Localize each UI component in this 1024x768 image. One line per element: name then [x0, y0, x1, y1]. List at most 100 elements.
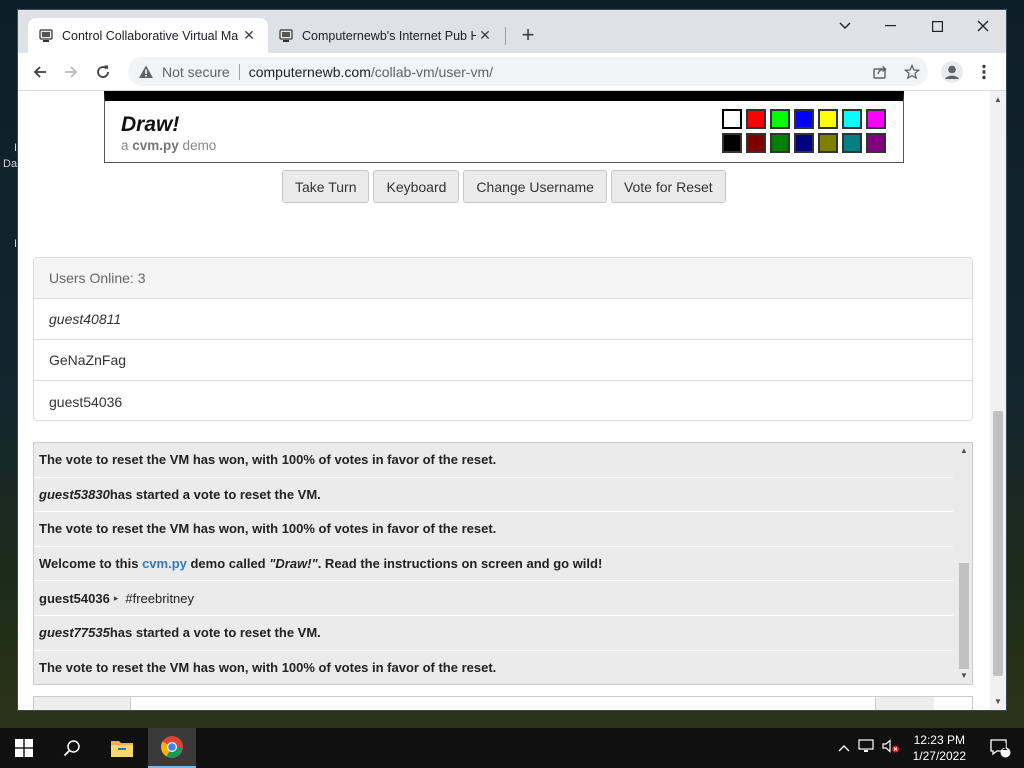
- file-explorer-button[interactable]: [98, 728, 146, 768]
- scroll-up-arrow-icon[interactable]: ▲: [960, 446, 968, 455]
- search-button[interactable]: [48, 728, 96, 768]
- minimize-button[interactable]: [867, 10, 913, 42]
- color-swatch[interactable]: [818, 133, 838, 153]
- collabvm-favicon-icon: [279, 28, 293, 42]
- color-swatch[interactable]: [770, 109, 790, 129]
- chat-username: guest53830: [39, 486, 110, 502]
- chrome-icon: [161, 736, 183, 758]
- tray-chevron-up-icon[interactable]: [838, 741, 850, 755]
- tab-title: Computernewb's Internet Pub H: [302, 28, 476, 43]
- start-button[interactable]: [0, 728, 48, 768]
- tab-title: Control Collaborative Virtual Ma: [62, 28, 239, 43]
- page-scrollbar[interactable]: ▲ ▼: [990, 91, 1006, 710]
- desktop-icon-label[interactable]: Da: [3, 158, 17, 170]
- chat-username: guest77535: [39, 625, 110, 641]
- tab-separator: [505, 27, 506, 45]
- change-username-button[interactable]: Change Username: [463, 170, 607, 203]
- tab-collab-vm[interactable]: Control Collaborative Virtual Ma ✕: [28, 18, 268, 53]
- chat-username-cell: [34, 697, 131, 710]
- tab-close-icon[interactable]: ✕: [240, 27, 258, 44]
- tab-strip: Control Collaborative Virtual Ma ✕ Compu…: [18, 10, 1006, 53]
- page-content: Draw! a cvm.py demo Take Turn Keyboard C…: [18, 91, 990, 710]
- tab-search-chevron-icon[interactable]: [822, 10, 868, 42]
- color-swatch[interactable]: [746, 133, 766, 153]
- cvm-py-link[interactable]: cvm.py: [142, 556, 187, 571]
- chat-message: guest77535 has started a vote to reset t…: [34, 616, 953, 651]
- color-swatch[interactable]: [866, 133, 886, 153]
- color-swatch[interactable]: [842, 133, 862, 153]
- menu-kebab-icon[interactable]: [971, 59, 997, 85]
- security-label[interactable]: Not secure: [162, 64, 230, 80]
- scroll-down-arrow-icon[interactable]: ▼: [994, 697, 1002, 706]
- collabvm-favicon-icon: [39, 28, 53, 42]
- chat-message: guest54036 ▸ #freebritney: [34, 581, 953, 616]
- chat-message: The vote to reset the VM has won, with 1…: [34, 512, 953, 547]
- action-center-button[interactable]: 1: [976, 728, 1024, 768]
- user-list-item[interactable]: guest40811: [34, 299, 972, 340]
- color-swatch[interactable]: [746, 109, 766, 129]
- user-list-item[interactable]: GeNaZnFag: [34, 340, 972, 381]
- browser-toolbar: Not secure computernewb.com/collab-vm/us…: [18, 53, 1006, 91]
- chat-message-list: The vote to reset the VM has won, with 1…: [34, 443, 953, 684]
- windows-taskbar: 12:23 PM 1/27/2022 1: [0, 728, 1024, 768]
- search-icon: [63, 740, 80, 757]
- bookmark-star-icon[interactable]: [899, 59, 925, 85]
- user-list-item[interactable]: guest54036: [34, 381, 972, 420]
- reload-icon[interactable]: [90, 59, 116, 85]
- vm-button-row: Take Turn Keyboard Change Username Vote …: [282, 170, 726, 203]
- color-swatch[interactable]: [866, 109, 886, 129]
- volume-muted-icon[interactable]: [882, 738, 900, 758]
- chrome-taskbar-button[interactable]: [148, 728, 196, 768]
- warning-triangle-icon[interactable]: [138, 64, 154, 80]
- desktop-icon-label[interactable]: I: [14, 238, 17, 250]
- taskbar-clock[interactable]: 12:23 PM 1/27/2022: [913, 732, 966, 764]
- chat-message: The vote to reset the VM has won, with 1…: [34, 651, 953, 684]
- new-tab-button[interactable]: +: [516, 24, 540, 48]
- clock-date: 1/27/2022: [912, 749, 966, 763]
- users-online-panel: Users Online: 3 guest40811 GeNaZnFag gue…: [33, 257, 973, 421]
- url-path: /collab-vm/user-vm/: [370, 63, 494, 80]
- vm-display-canvas[interactable]: Draw! a cvm.py demo: [104, 91, 904, 163]
- folder-icon: [111, 741, 133, 757]
- color-swatch[interactable]: [794, 109, 814, 129]
- take-turn-button[interactable]: Take Turn: [282, 170, 370, 203]
- address-separator: [238, 63, 240, 80]
- color-palette: [722, 109, 886, 153]
- browser-window: Control Collaborative Virtual Ma ✕ Compu…: [18, 10, 1006, 710]
- share-icon[interactable]: [867, 59, 893, 85]
- color-swatch[interactable]: [722, 109, 742, 129]
- color-swatch[interactable]: [794, 133, 814, 153]
- back-arrow-icon[interactable]: [27, 59, 53, 85]
- chat-send-button[interactable]: [875, 697, 934, 710]
- tab-computernewb-pub[interactable]: Computernewb's Internet Pub H ✕: [268, 18, 504, 53]
- close-window-button[interactable]: [960, 10, 1006, 42]
- color-swatch[interactable]: [770, 133, 790, 153]
- chat-scrollbar[interactable]: ▲ ▼: [956, 443, 972, 684]
- desktop-icon-label[interactable]: I: [14, 142, 17, 154]
- clock-time: 12:23 PM: [913, 733, 965, 747]
- maximize-button[interactable]: [914, 10, 960, 42]
- chat-message: The vote to reset the VM has won, with 1…: [34, 443, 953, 478]
- chat-scrollbar-thumb[interactable]: [959, 563, 969, 669]
- chat-log[interactable]: The vote to reset the VM has won, with 1…: [33, 442, 973, 685]
- keyboard-button[interactable]: Keyboard: [373, 170, 460, 203]
- chat-message: Welcome to this cvm.py demo called "Draw…: [34, 547, 953, 582]
- scroll-down-arrow-icon[interactable]: ▼: [960, 671, 968, 680]
- address-bar[interactable]: Not secure computernewb.com/collab-vm/us…: [128, 57, 928, 86]
- tab-close-icon[interactable]: ✕: [476, 27, 494, 44]
- color-swatch[interactable]: [842, 109, 862, 129]
- chat-input-row: [33, 696, 973, 710]
- vote-reset-button[interactable]: Vote for Reset: [610, 170, 726, 203]
- scroll-up-arrow-icon[interactable]: ▲: [994, 95, 1002, 104]
- chat-message: guest53830 has started a vote to reset t…: [34, 478, 953, 513]
- users-online-header: Users Online: 3: [34, 258, 972, 299]
- page-scrollbar-thumb[interactable]: [993, 411, 1003, 676]
- color-swatch[interactable]: [818, 109, 838, 129]
- draw-subtitle: a cvm.py demo: [121, 138, 217, 153]
- profile-avatar-icon[interactable]: [939, 59, 965, 85]
- forward-arrow-icon[interactable]: [58, 59, 84, 85]
- url-host: computernewb.com: [248, 63, 371, 80]
- color-swatch[interactable]: [722, 133, 742, 153]
- network-icon[interactable]: [858, 738, 874, 758]
- url-text[interactable]: computernewb.com/collab-vm/user-vm/: [249, 64, 493, 80]
